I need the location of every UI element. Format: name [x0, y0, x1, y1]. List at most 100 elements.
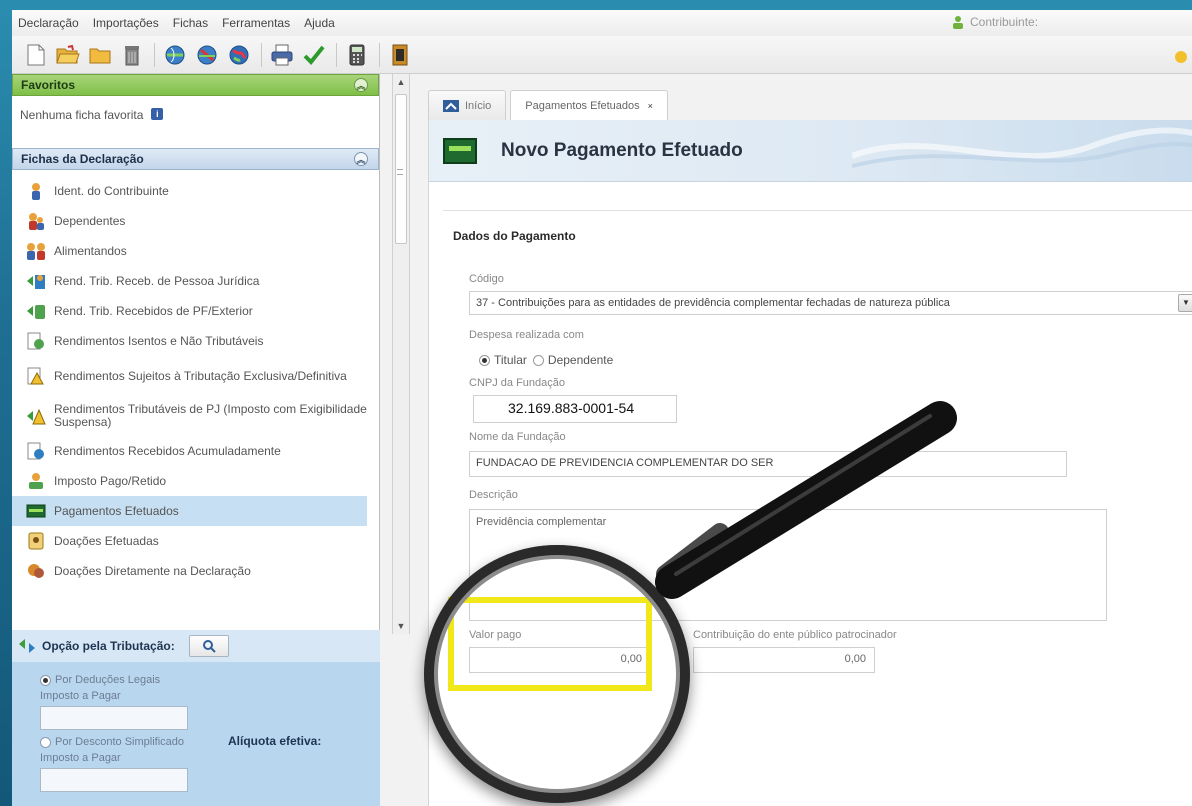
book-icon[interactable] — [388, 43, 412, 67]
globe-world-icon[interactable] — [227, 43, 251, 67]
document-green-icon — [27, 332, 44, 350]
ficha-pagamentos-efetuados[interactable]: Pagamentos Efetuados — [12, 496, 367, 526]
new-document-icon[interactable] — [24, 43, 48, 67]
trash-icon[interactable] — [120, 43, 144, 67]
menu-declaracao[interactable]: Declaração — [18, 16, 79, 30]
tab-label: Pagamentos Efetuados — [525, 99, 640, 112]
tab-label: Início — [465, 99, 492, 112]
menu-ajuda[interactable]: Ajuda — [304, 16, 335, 30]
arrows-icon — [19, 639, 35, 653]
dependente-label: Dependente — [547, 353, 614, 367]
close-icon[interactable]: × — [648, 101, 653, 111]
collapse-icon[interactable]: ︽ — [354, 152, 368, 166]
open-folder-icon[interactable] — [56, 43, 80, 67]
check-icon[interactable] — [302, 43, 326, 67]
tab-bar: Início Pagamentos Efetuados × — [428, 90, 672, 120]
ficha-label: Doações Diretamente na Declaração — [54, 563, 251, 578]
ficha-rend-isentos[interactable]: Rendimentos Isentos e Não Tributáveis — [12, 326, 379, 356]
imposto-pagar-field[interactable] — [40, 706, 188, 730]
favoritos-header[interactable]: Favoritos ︽ — [12, 74, 379, 96]
search-button[interactable] — [188, 635, 229, 657]
nome-fundacao-input[interactable]: FUNDACAO DE PREVIDENCIA COMPLEMENTAR DO … — [469, 451, 1067, 477]
alimentandos-icon — [27, 243, 45, 260]
page-title: Novo Pagamento Efetuado — [501, 139, 743, 161]
dependents-icon — [29, 213, 44, 230]
printer-icon[interactable] — [270, 43, 294, 67]
chevron-down-icon[interactable]: ▼ — [1178, 294, 1192, 312]
calculator-icon[interactable] — [345, 43, 369, 67]
deducoes-option[interactable]: Por Deduções Legais — [40, 670, 380, 690]
fichas-title: Fichas da Declaração — [21, 152, 144, 166]
ficha-label: Ident. do Contribuinte — [54, 183, 169, 198]
search-icon — [202, 640, 216, 653]
info-icon[interactable]: i — [151, 108, 164, 120]
toolbar-separator — [261, 42, 262, 67]
ficha-label: Rend. Trib. Receb. de Pessoa Jurídica — [54, 273, 260, 288]
ficha-rend-exclusiva[interactable]: Rendimentos Sujeitos à Tributação Exclus… — [12, 356, 379, 396]
fichas-scrollbar[interactable]: ▲ ▼ — [392, 74, 410, 634]
money-arrow-icon — [27, 275, 45, 289]
banner-wave — [852, 127, 1192, 168]
card-icon — [443, 137, 477, 164]
cnpj-label: CNPJ da Fundação — [469, 377, 565, 389]
toolbar — [12, 36, 1192, 74]
user-icon — [953, 16, 963, 29]
contribuicao-label: Contribuição do ente público patrocinado… — [693, 629, 897, 641]
warning-document-icon — [27, 367, 44, 385]
despesa-label: Despesa realizada com — [469, 329, 584, 341]
opcao-tributacao-panel: Opção pela Tributação: Por Deduções Lega… — [12, 630, 380, 806]
desconto-radio[interactable] — [40, 736, 51, 748]
imposto-pagar-field[interactable] — [40, 768, 188, 792]
globe-send-icon[interactable] — [163, 43, 187, 67]
ficha-alimentandos[interactable]: Alimentandos — [12, 236, 379, 266]
fichas-header[interactable]: Fichas da Declaração ︽ — [12, 148, 379, 170]
opcao-title: Opção pela Tributação: — [42, 639, 175, 653]
dependente-radio[interactable] — [532, 354, 544, 366]
ficha-rend-pj-suspensa[interactable]: Rendimentos Tributáveis de PJ (Imposto c… — [12, 396, 379, 436]
desconto-option[interactable]: Por Desconto Simplificado — [40, 732, 380, 752]
scroll-up-icon[interactable]: ▲ — [393, 74, 409, 90]
imposto-label: Imposto a Pagar — [40, 752, 121, 764]
tab-inicio[interactable]: Início — [428, 90, 507, 120]
fichas-list: Ident. do Contribuinte Dependentes Alime… — [12, 170, 379, 586]
user-label: Contribuinte: — [970, 15, 1039, 29]
collapse-icon[interactable]: ︽ — [354, 78, 368, 92]
home-icon — [443, 99, 459, 112]
toolbar-separator — [154, 42, 155, 67]
notification-icon[interactable] — [1174, 50, 1188, 64]
ficha-imposto-pago[interactable]: Imposto Pago/Retido — [12, 466, 379, 496]
ficha-label: Rendimentos Isentos e Não Tributáveis — [54, 333, 264, 348]
globe-receive-icon[interactable] — [195, 43, 219, 67]
opcao-header: Opção pela Tributação: — [12, 630, 380, 662]
menu-importacoes[interactable]: Importações — [93, 16, 159, 30]
user-indicator: Contribuinte: — [952, 15, 1038, 29]
ficha-rend-pf-exterior[interactable]: Rend. Trib. Recebidos de PF/Exterior — [12, 296, 379, 326]
folder-icon[interactable] — [88, 43, 112, 67]
ficha-rend-acumulados[interactable]: Rendimentos Recebidos Acumuladamente — [12, 436, 379, 466]
ficha-ident-contribuinte[interactable]: Ident. do Contribuinte — [12, 176, 379, 206]
money-warning-icon — [27, 408, 46, 425]
ficha-label: Imposto Pago/Retido — [54, 473, 167, 488]
codigo-select[interactable]: 37 - Contribuições para as entidades de … — [469, 291, 1192, 315]
menu-ferramentas[interactable]: Ferramentas — [222, 16, 290, 30]
desconto-label: Por Desconto Simplificado — [55, 736, 185, 748]
ficha-label: Rendimentos Tributáveis de PJ (Imposto c… — [54, 402, 367, 429]
codigo-label: Código — [469, 273, 504, 285]
opcao-body: Por Deduções Legais Imposto a Pagar Por … — [12, 662, 380, 792]
ficha-doacoes-declaracao[interactable]: Doações Diretamente na Declaração — [12, 556, 379, 586]
titular-radio[interactable] — [479, 354, 490, 366]
ficha-rend-pj[interactable]: Rend. Trib. Receb. de Pessoa Jurídica — [12, 266, 379, 296]
ficha-doacoes-efetuadas[interactable]: Doações Efetuadas — [12, 526, 379, 556]
contribuicao-input[interactable]: 0,00 — [693, 647, 875, 673]
tab-pagamentos-efetuados[interactable]: Pagamentos Efetuados × — [510, 90, 668, 120]
cnpj-input[interactable]: 32.169.883-0001-54 — [473, 395, 677, 423]
titular-label: Titular — [494, 353, 527, 367]
menu-bar: Declaração Importações Fichas Ferramenta… — [12, 10, 1192, 36]
ficha-label: Doações Efetuadas — [54, 533, 159, 548]
scroll-down-icon[interactable]: ▼ — [393, 618, 409, 634]
favoritos-body: Nenhuma ficha favorita i — [12, 96, 379, 148]
menu-fichas[interactable]: Fichas — [173, 16, 208, 30]
toolbar-separator — [379, 42, 380, 67]
deducoes-radio[interactable] — [40, 674, 51, 686]
ficha-dependentes[interactable]: Dependentes — [12, 206, 379, 236]
